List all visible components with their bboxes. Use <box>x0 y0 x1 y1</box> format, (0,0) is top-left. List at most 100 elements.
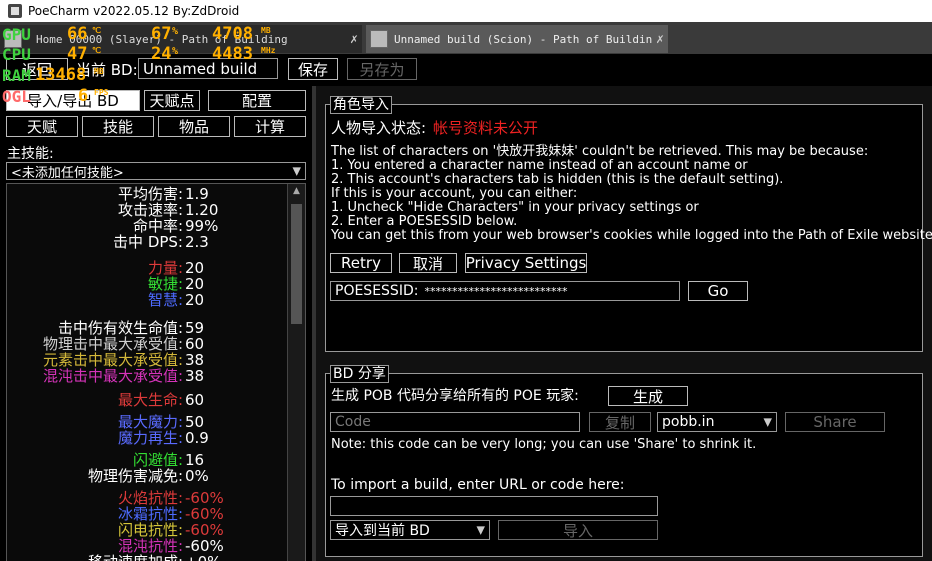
main-skill-label: 主技能: <box>7 146 54 162</box>
import-target-select[interactable]: 导入到当前 BD ▼ <box>330 520 490 540</box>
dropdown-arrow-icon: ▼ <box>476 523 485 537</box>
stat-row: 物理击中最大承受值: 60 <box>7 336 287 352</box>
go-button[interactable]: Go <box>688 281 748 301</box>
close-icon[interactable]: ✗ <box>346 32 362 47</box>
msg-line: 2. This account's characters tab is hidd… <box>331 172 784 187</box>
character-import-title: 角色导入 <box>330 96 392 114</box>
stat-value: -60% <box>185 489 224 507</box>
cancel-button[interactable]: 取消 <box>399 253 457 273</box>
stat-label: 敏捷: <box>147 275 183 293</box>
stat-label: 混沌抗性: <box>117 537 183 555</box>
stat-value: +0% <box>185 554 221 561</box>
stat-row: 最大生命: 60 <box>7 392 287 408</box>
stat-value: -60% <box>185 505 224 523</box>
pob-icon <box>370 30 388 48</box>
stat-label: 魔力再生: <box>117 429 183 447</box>
close-icon[interactable]: ✗ <box>652 32 668 47</box>
share-button[interactable]: Share <box>785 412 885 432</box>
msg-line: The list of characters on '快放开我妹妹' could… <box>331 144 869 159</box>
stat-row: 命中率: 99% <box>7 218 287 234</box>
generate-button[interactable]: 生成 <box>608 386 688 406</box>
build-share-title: BD 分享 <box>330 365 389 383</box>
stat-label: 最大生命: <box>117 391 183 409</box>
main-skill-select[interactable]: <未添加任何技能> ▼ <box>6 162 306 181</box>
tab-items[interactable]: 物品 <box>158 116 230 137</box>
poesessid-value: ************************** <box>424 284 568 298</box>
tab-home-build[interactable]: Home 00000 (Slayer) - Path of Building ✗ <box>0 25 362 53</box>
toolbar: 返回 当前 BD: Unnamed build 保存 另存为 <box>0 54 932 82</box>
import-url-input[interactable] <box>330 496 658 516</box>
stat-row: 魔力再生: 0.9 <box>7 430 287 446</box>
tab-label: Home 00000 (Slayer) - Path of Building <box>36 32 288 46</box>
code-input[interactable]: Code <box>330 412 580 432</box>
save-as-button[interactable]: 另存为 <box>347 58 417 80</box>
stat-label: 移动速度加成: <box>88 554 183 561</box>
stat-label: 平均伤害: <box>117 185 183 203</box>
stat-row: 最大魔力: 50 <box>7 414 287 430</box>
pob-icon <box>4 30 22 48</box>
msg-line: 1. You entered a character name instead … <box>331 158 748 173</box>
import-status-value: 帐号资料未公开 <box>433 119 539 137</box>
tab-talent[interactable]: 天赋 <box>6 116 78 137</box>
title-bar: PoeCharm v2022.05.12 By:ZdDroid <box>0 0 932 22</box>
stat-row: 闪电抗性: -60% <box>7 522 287 538</box>
scroll-thumb[interactable] <box>291 204 302 324</box>
stat-label: 智慧: <box>147 291 183 309</box>
stat-label: 闪电抗性: <box>117 521 183 539</box>
stat-value: 50 <box>185 413 205 431</box>
stat-value: 60 <box>185 335 205 353</box>
import-button[interactable]: 导入 <box>498 520 658 540</box>
save-button[interactable]: 保存 <box>288 58 338 80</box>
stat-row: 力量: 20 <box>7 260 287 276</box>
tab-calcs[interactable]: 计算 <box>234 116 306 137</box>
right-panel: 角色导入 人物导入状态: 帐号资料未公开 The list of charact… <box>316 86 932 561</box>
stat-value: 20 <box>185 291 205 309</box>
build-name-field[interactable]: Unnamed build <box>138 58 278 79</box>
stat-label: 混沌击中最大承受值: <box>42 367 183 385</box>
tab-skills[interactable]: 技能 <box>82 116 154 137</box>
stat-row: 敏捷: 20 <box>7 276 287 292</box>
retry-button[interactable]: Retry <box>330 253 392 273</box>
share-site-select[interactable]: pobb.in ▼ <box>657 412 777 432</box>
poesessid-label: POESESSID: <box>335 283 419 299</box>
msg-line: If this is your account, you can either: <box>331 186 578 201</box>
tab-import-export[interactable]: 导入/导出 BD <box>6 90 140 111</box>
dropdown-arrow-icon: ▼ <box>292 164 301 178</box>
stat-label: 最大魔力: <box>117 413 183 431</box>
privacy-settings-button[interactable]: Privacy Settings <box>465 253 587 273</box>
back-button[interactable]: 返回 <box>6 58 68 80</box>
scroll-up-icon[interactable]: ▲ <box>290 186 303 200</box>
stat-value: 99% <box>185 217 219 235</box>
stat-row: 攻击速率: 1.20 <box>7 202 287 218</box>
stat-label: 火焰抗性: <box>117 489 183 507</box>
build-share-group: BD 分享 生成 POB 代码分享给所有的 POE 玩家: 生成 Code 复制… <box>325 365 923 557</box>
window-title: PoeCharm v2022.05.12 By:ZdDroid <box>28 4 240 18</box>
character-import-group: 角色导入 人物导入状态: 帐号资料未公开 The list of charact… <box>325 96 932 352</box>
stat-row: 击中伤有效生命值: 59 <box>7 320 287 336</box>
stat-label: 攻击速率: <box>117 201 183 219</box>
stat-label: 力量: <box>147 259 183 277</box>
stat-row: 移动速度加成:+0% <box>7 554 287 561</box>
stat-row: 平均伤害: 1.9 <box>7 186 287 202</box>
stat-value: 16 <box>185 451 205 469</box>
share-site-value: pobb.in <box>662 414 715 430</box>
poesessid-field[interactable]: POESESSID: ************************** <box>330 281 680 301</box>
stat-row: 物理伤害减免: 0% <box>7 468 287 484</box>
import-target-value: 导入到当前 BD <box>335 523 430 539</box>
stat-label: 物理击中最大承受值: <box>42 335 183 353</box>
copy-button[interactable]: 复制 <box>589 412 651 432</box>
stat-value: 38 <box>185 351 205 369</box>
import-status-label: 人物导入状态: <box>331 119 427 137</box>
stats-scrollbar[interactable]: ▲ <box>287 184 305 561</box>
stat-value: 1.20 <box>185 201 219 219</box>
tab-unnamed-build[interactable]: Unnamed build (Scion) - Path of Building… <box>366 25 668 53</box>
tab-config[interactable]: 配置 <box>208 90 306 111</box>
tab-tree[interactable]: 天赋点 <box>144 90 200 111</box>
generate-label: 生成 POB 代码分享给所有的 POE 玩家: <box>331 388 579 404</box>
stat-value: 0% <box>185 467 209 485</box>
stat-row: 元素击中最大承受值: 38 <box>7 352 287 368</box>
stat-row: 混沌抗性: -60% <box>7 538 287 554</box>
tab-bar: Home 00000 (Slayer) - Path of Building ✗… <box>0 22 932 54</box>
stat-value: 2.3 <box>185 233 209 251</box>
main-skill-value: <未添加任何技能> <box>11 165 124 181</box>
